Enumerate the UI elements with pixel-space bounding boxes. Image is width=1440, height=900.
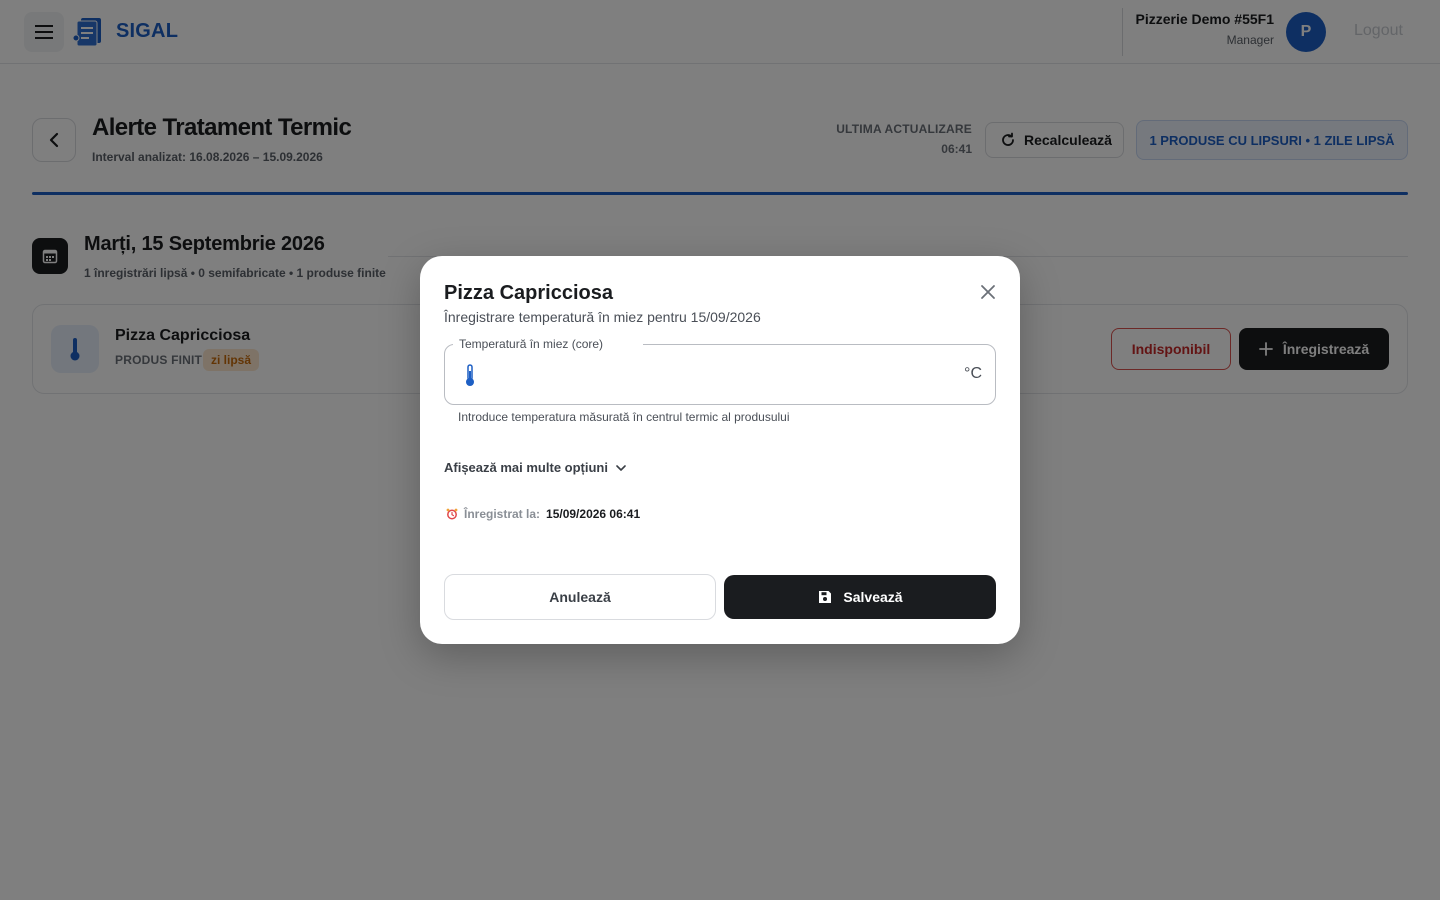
close-icon bbox=[981, 285, 995, 299]
dialog-subtitle: Înregistrare temperatură în miez pentru … bbox=[444, 309, 761, 325]
thermometer-icon bbox=[466, 364, 474, 386]
more-options-label: Afișează mai multe opțiuni bbox=[444, 460, 608, 475]
recorded-label: Înregistrat la: bbox=[464, 507, 541, 521]
close-button[interactable] bbox=[976, 280, 1000, 304]
helper-text: Introduce temperatura măsurată în centru… bbox=[458, 410, 790, 424]
temperature-input[interactable] bbox=[489, 357, 949, 393]
unit-label: °C bbox=[964, 365, 982, 382]
core-temperature-field[interactable]: Temperatură în miez (core) °C bbox=[444, 337, 996, 405]
recorded-value: 15/09/2026 06:41 bbox=[546, 507, 641, 521]
chevron-down-icon bbox=[616, 464, 626, 471]
more-options-toggle[interactable]: Afișează mai multe opțiuni bbox=[444, 460, 626, 475]
temperature-dialog: Pizza Capricciosa Înregistrare temperatu… bbox=[420, 256, 1020, 644]
cancel-button[interactable]: Anulează bbox=[444, 574, 716, 620]
save-icon bbox=[819, 591, 832, 603]
alarm-clock-icon bbox=[446, 508, 458, 520]
dialog-title: Pizza Capricciosa bbox=[444, 282, 613, 304]
save-label: Salvează bbox=[843, 589, 903, 605]
save-button[interactable]: Salvează bbox=[724, 575, 996, 619]
recorded-at: Înregistrat la: 15/09/2026 06:41 bbox=[446, 507, 640, 521]
field-label: Temperatură în miez (core) bbox=[453, 337, 644, 351]
